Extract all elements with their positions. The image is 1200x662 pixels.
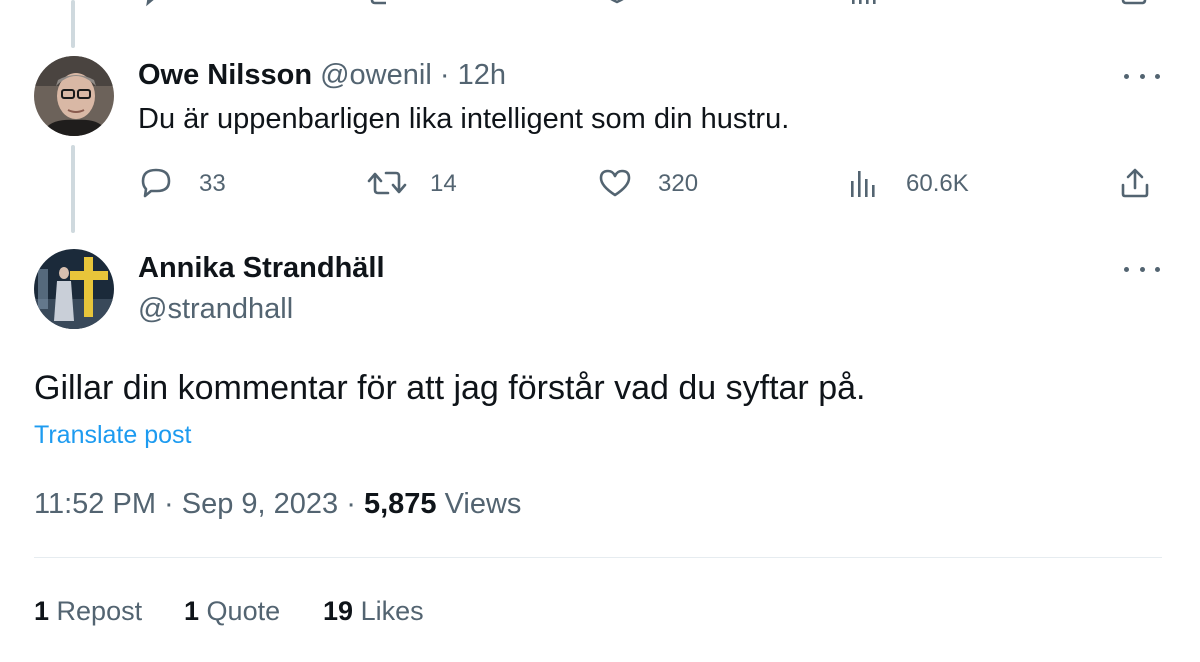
reply-time[interactable]: 12h	[458, 59, 506, 91]
reply-text: Du är uppenbarligen lika intelligent som…	[138, 103, 790, 135]
reply-comment-icon[interactable]	[138, 166, 174, 200]
reply-separator: ·	[439, 59, 450, 91]
thread-line-middle	[71, 145, 75, 233]
main-handle[interactable]: @strandhall	[138, 292, 293, 326]
share-icon[interactable]	[1118, 166, 1152, 200]
engagement-quotes[interactable]: 1 Quote	[184, 594, 280, 628]
likes-count: 19	[323, 596, 354, 626]
reply-like-icon[interactable]	[597, 166, 633, 200]
like-count: 320	[658, 170, 699, 197]
reposts-count: 1	[34, 596, 50, 626]
heart-icon[interactable]	[600, 0, 634, 6]
engagement-likes[interactable]: 19 Likes	[323, 594, 424, 628]
reply-icon[interactable]	[142, 0, 176, 8]
post-timestamp[interactable]: 11:52 PM · Sep 9, 2023 ·	[34, 488, 356, 520]
main-display-name[interactable]: Annika Strandhäll	[138, 251, 385, 285]
repost-icon[interactable]	[366, 0, 406, 6]
main-more-options-button[interactable]	[1124, 262, 1160, 276]
reposts-label: Repost	[56, 596, 143, 626]
engagement-reposts[interactable]: 1 Repost	[34, 594, 142, 628]
quotes-count: 1	[184, 596, 200, 626]
quotes-label: Quote	[206, 596, 281, 626]
reply-display-name[interactable]: Owe Nilsson	[138, 59, 312, 91]
views-count: 5,875	[363, 488, 437, 520]
views-label: Views	[444, 488, 522, 520]
main-post-text: Gillar din kommentar för att jag förstår…	[34, 369, 866, 407]
reply-repost-icon[interactable]	[366, 166, 408, 200]
views-icon[interactable]	[850, 0, 878, 6]
avatar-annika-strandhall[interactable]	[34, 249, 114, 329]
avatar-owe-nilsson[interactable]	[34, 56, 114, 136]
likes-label: Likes	[360, 596, 424, 626]
reply-count: 33	[199, 170, 226, 197]
reply-views-icon[interactable]	[848, 167, 880, 199]
reply-author-row: Owe Nilsson @owenil · 12h	[138, 58, 506, 92]
post-meta-row: 11:52 PM · Sep 9, 2023 · 5,875 Views	[34, 486, 521, 522]
translate-post-link[interactable]: Translate post	[34, 420, 191, 450]
reply-handle[interactable]: @owenil	[320, 59, 432, 91]
reply-more-options-button[interactable]	[1124, 69, 1160, 83]
view-count: 60.6K	[906, 170, 969, 197]
repost-count: 14	[430, 170, 457, 197]
bookmark-icon[interactable]	[1120, 0, 1148, 6]
divider	[34, 557, 1162, 558]
thread-line-top	[71, 0, 75, 48]
